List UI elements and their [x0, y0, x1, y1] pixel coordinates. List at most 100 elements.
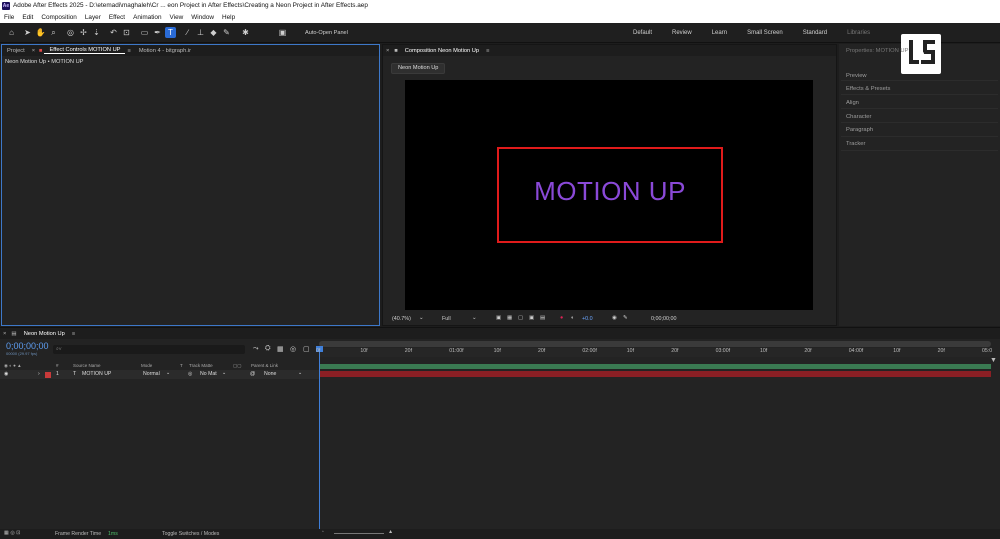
panel-menu-icon[interactable]: ≡ — [125, 48, 132, 54]
panel-menu-icon[interactable]: ≡ — [484, 48, 491, 54]
current-time-display[interactable]: 0;00;00;00 — [6, 341, 49, 351]
puppet-tool-icon[interactable]: ✱ — [240, 27, 251, 38]
zoom-out-icon[interactable]: ◦ — [322, 529, 324, 535]
home-icon[interactable]: ⌂ — [6, 27, 17, 38]
work-area-range[interactable] — [319, 364, 991, 369]
region-of-interest-icon[interactable]: ▣ — [529, 315, 534, 321]
comp-subtab[interactable]: Neon Motion Up — [391, 63, 446, 74]
brush-tool-icon[interactable]: ∕ — [182, 27, 193, 38]
track-matte-dropdown[interactable]: No Mat — [200, 371, 217, 377]
preview-panel-item[interactable]: Preview — [846, 73, 867, 79]
color-management-icon[interactable]: ◐ — [571, 315, 574, 321]
expand-chevron-icon[interactable]: › — [38, 371, 40, 377]
workspace-review[interactable]: Review — [663, 27, 703, 39]
chevron-down-icon[interactable]: ⌄ — [298, 370, 302, 376]
t-header[interactable]: T — [180, 363, 183, 368]
chevron-down-icon[interactable]: ⌄ — [472, 315, 477, 321]
layer-row[interactable]: ◉ › 1 T MOTION UP Normal ⌄ ◎ No Mat ⌄ @ … — [0, 370, 319, 379]
type-tool-icon[interactable]: T — [165, 27, 176, 38]
tab-effect-controls[interactable]: Effect Controls MOTION UP — [44, 47, 126, 54]
pan-camera-icon[interactable]: ✢ — [78, 27, 89, 38]
matte-source-icon[interactable]: ◎ — [188, 371, 193, 377]
time-ruler[interactable] — [319, 348, 991, 357]
current-time-indicator[interactable] — [319, 346, 320, 531]
graph-editor-icon[interactable]: ▢ — [303, 345, 310, 353]
menu-edit[interactable]: Edit — [18, 14, 37, 21]
layer-duration-bar[interactable] — [319, 371, 991, 377]
layer-switches-icon[interactable]: ▦ ◎ ⊡ — [4, 530, 21, 536]
pen-tool-icon[interactable]: ✒ — [152, 27, 163, 38]
motion-up-text-layer[interactable]: MOTION UP — [497, 176, 723, 207]
close-icon[interactable]: × — [0, 331, 9, 337]
layer-label-color[interactable] — [45, 372, 51, 378]
selection-tool-icon[interactable]: ➤ — [22, 27, 33, 38]
menu-file[interactable]: File — [0, 14, 18, 21]
comp-button-icon[interactable]: ▼ — [990, 357, 997, 364]
transparency-grid-icon[interactable]: ▦ — [507, 315, 512, 321]
frame-blending-icon[interactable]: ▦ — [277, 345, 284, 353]
workspace-standard[interactable]: Standard — [794, 27, 838, 39]
zoom-slider[interactable] — [334, 533, 384, 534]
rotation-tool-icon[interactable]: ↶ — [108, 27, 119, 38]
character-panel-item[interactable]: Character — [846, 114, 871, 120]
hand-tool-icon[interactable]: ✋ — [35, 27, 46, 38]
workspace-layout-icon[interactable]: ▣ — [277, 27, 288, 38]
tracker-panel-item[interactable]: Tracker — [846, 141, 865, 147]
resolution-dropdown[interactable]: Full — [442, 316, 451, 322]
draft-3d-icon[interactable]: ⤳ — [253, 345, 259, 353]
blend-mode-dropdown[interactable]: Normal — [143, 371, 160, 377]
roto-brush-tool-icon[interactable]: ✎ — [221, 27, 232, 38]
close-icon[interactable]: × — [383, 48, 392, 54]
rectangle-tool-icon[interactable]: ▭ — [139, 27, 150, 38]
track-matte-header[interactable]: Track Matte — [189, 363, 213, 368]
clone-stamp-tool-icon[interactable]: ⊥ — [195, 27, 206, 38]
workspace-small-screen[interactable]: Small Screen — [738, 27, 794, 39]
paragraph-panel-item[interactable]: Paragraph — [846, 127, 873, 133]
timeline-search-input[interactable]: ⌕∨ — [53, 345, 245, 354]
menu-composition[interactable]: Composition — [37, 14, 81, 21]
tab-motion-4[interactable]: Motion 4 - bitgraph.ir — [133, 48, 197, 54]
zoom-dropdown[interactable]: (40.7%) — [392, 316, 411, 322]
chevron-down-icon[interactable]: ⌄ — [166, 370, 170, 376]
source-name-header[interactable]: Source Name — [73, 363, 101, 368]
visibility-eye-icon[interactable]: ◉ — [4, 371, 9, 377]
chevron-down-icon[interactable]: ⌄ — [222, 370, 226, 376]
workspace-default[interactable]: Default — [624, 27, 663, 39]
tab-timeline-comp[interactable]: Neon Motion Up — [19, 331, 70, 337]
work-area-bar[interactable] — [319, 341, 991, 347]
align-panel-item[interactable]: Align — [846, 100, 859, 106]
eraser-tool-icon[interactable]: ◆ — [208, 27, 219, 38]
mask-visibility-icon[interactable]: ▢ — [518, 315, 523, 321]
snapshot-icon[interactable]: ◉ — [612, 315, 617, 321]
toggle-switches-modes[interactable]: Toggle Switches / Modes — [162, 531, 219, 537]
tab-project[interactable]: Project — [2, 48, 30, 54]
lock-icon[interactable]: ■ — [392, 48, 399, 54]
shy-layers-icon[interactable]: ⛭ — [265, 345, 271, 353]
menu-view[interactable]: View — [166, 14, 188, 21]
lock-icon[interactable]: ■ — [37, 48, 44, 54]
close-icon[interactable]: × — [30, 48, 37, 54]
zoom-in-icon[interactable]: ▲ — [388, 529, 393, 535]
motion-blur-icon[interactable]: ◎ — [290, 345, 296, 353]
pick-whip-icon[interactable]: @ — [250, 371, 255, 377]
menu-window[interactable]: Window — [187, 14, 218, 21]
panel-menu-icon[interactable]: ≡ — [70, 331, 77, 337]
parent-dropdown[interactable]: None — [264, 371, 276, 377]
tab-composition[interactable]: Composition Neon Motion Up — [400, 48, 484, 54]
channel-icon[interactable]: ● — [560, 315, 563, 321]
anchor-point-tool-icon[interactable]: ⊡ — [121, 27, 132, 38]
workspace-learn[interactable]: Learn — [703, 27, 738, 39]
workspace-libraries[interactable]: Libraries — [838, 27, 881, 39]
layer-name[interactable]: MOTION UP — [82, 371, 111, 377]
exposure-value[interactable]: +0.0 — [582, 316, 593, 322]
effects-presets-panel-item[interactable]: Effects & Presets — [846, 86, 890, 92]
grid-guides-icon[interactable]: ▤ — [540, 315, 545, 321]
orbit-camera-icon[interactable]: ◎ — [65, 27, 76, 38]
zoom-tool-icon[interactable]: ⌕ — [48, 27, 59, 38]
menu-layer[interactable]: Layer — [81, 14, 105, 21]
properties-title[interactable]: Properties: MOTION UP — [846, 48, 909, 54]
menu-effect[interactable]: Effect — [105, 14, 129, 21]
fast-previews-icon[interactable]: ▣ — [496, 315, 501, 321]
viewer-timecode[interactable]: 0;00;00;00 — [651, 316, 676, 322]
mode-header[interactable]: Mode — [141, 363, 152, 368]
